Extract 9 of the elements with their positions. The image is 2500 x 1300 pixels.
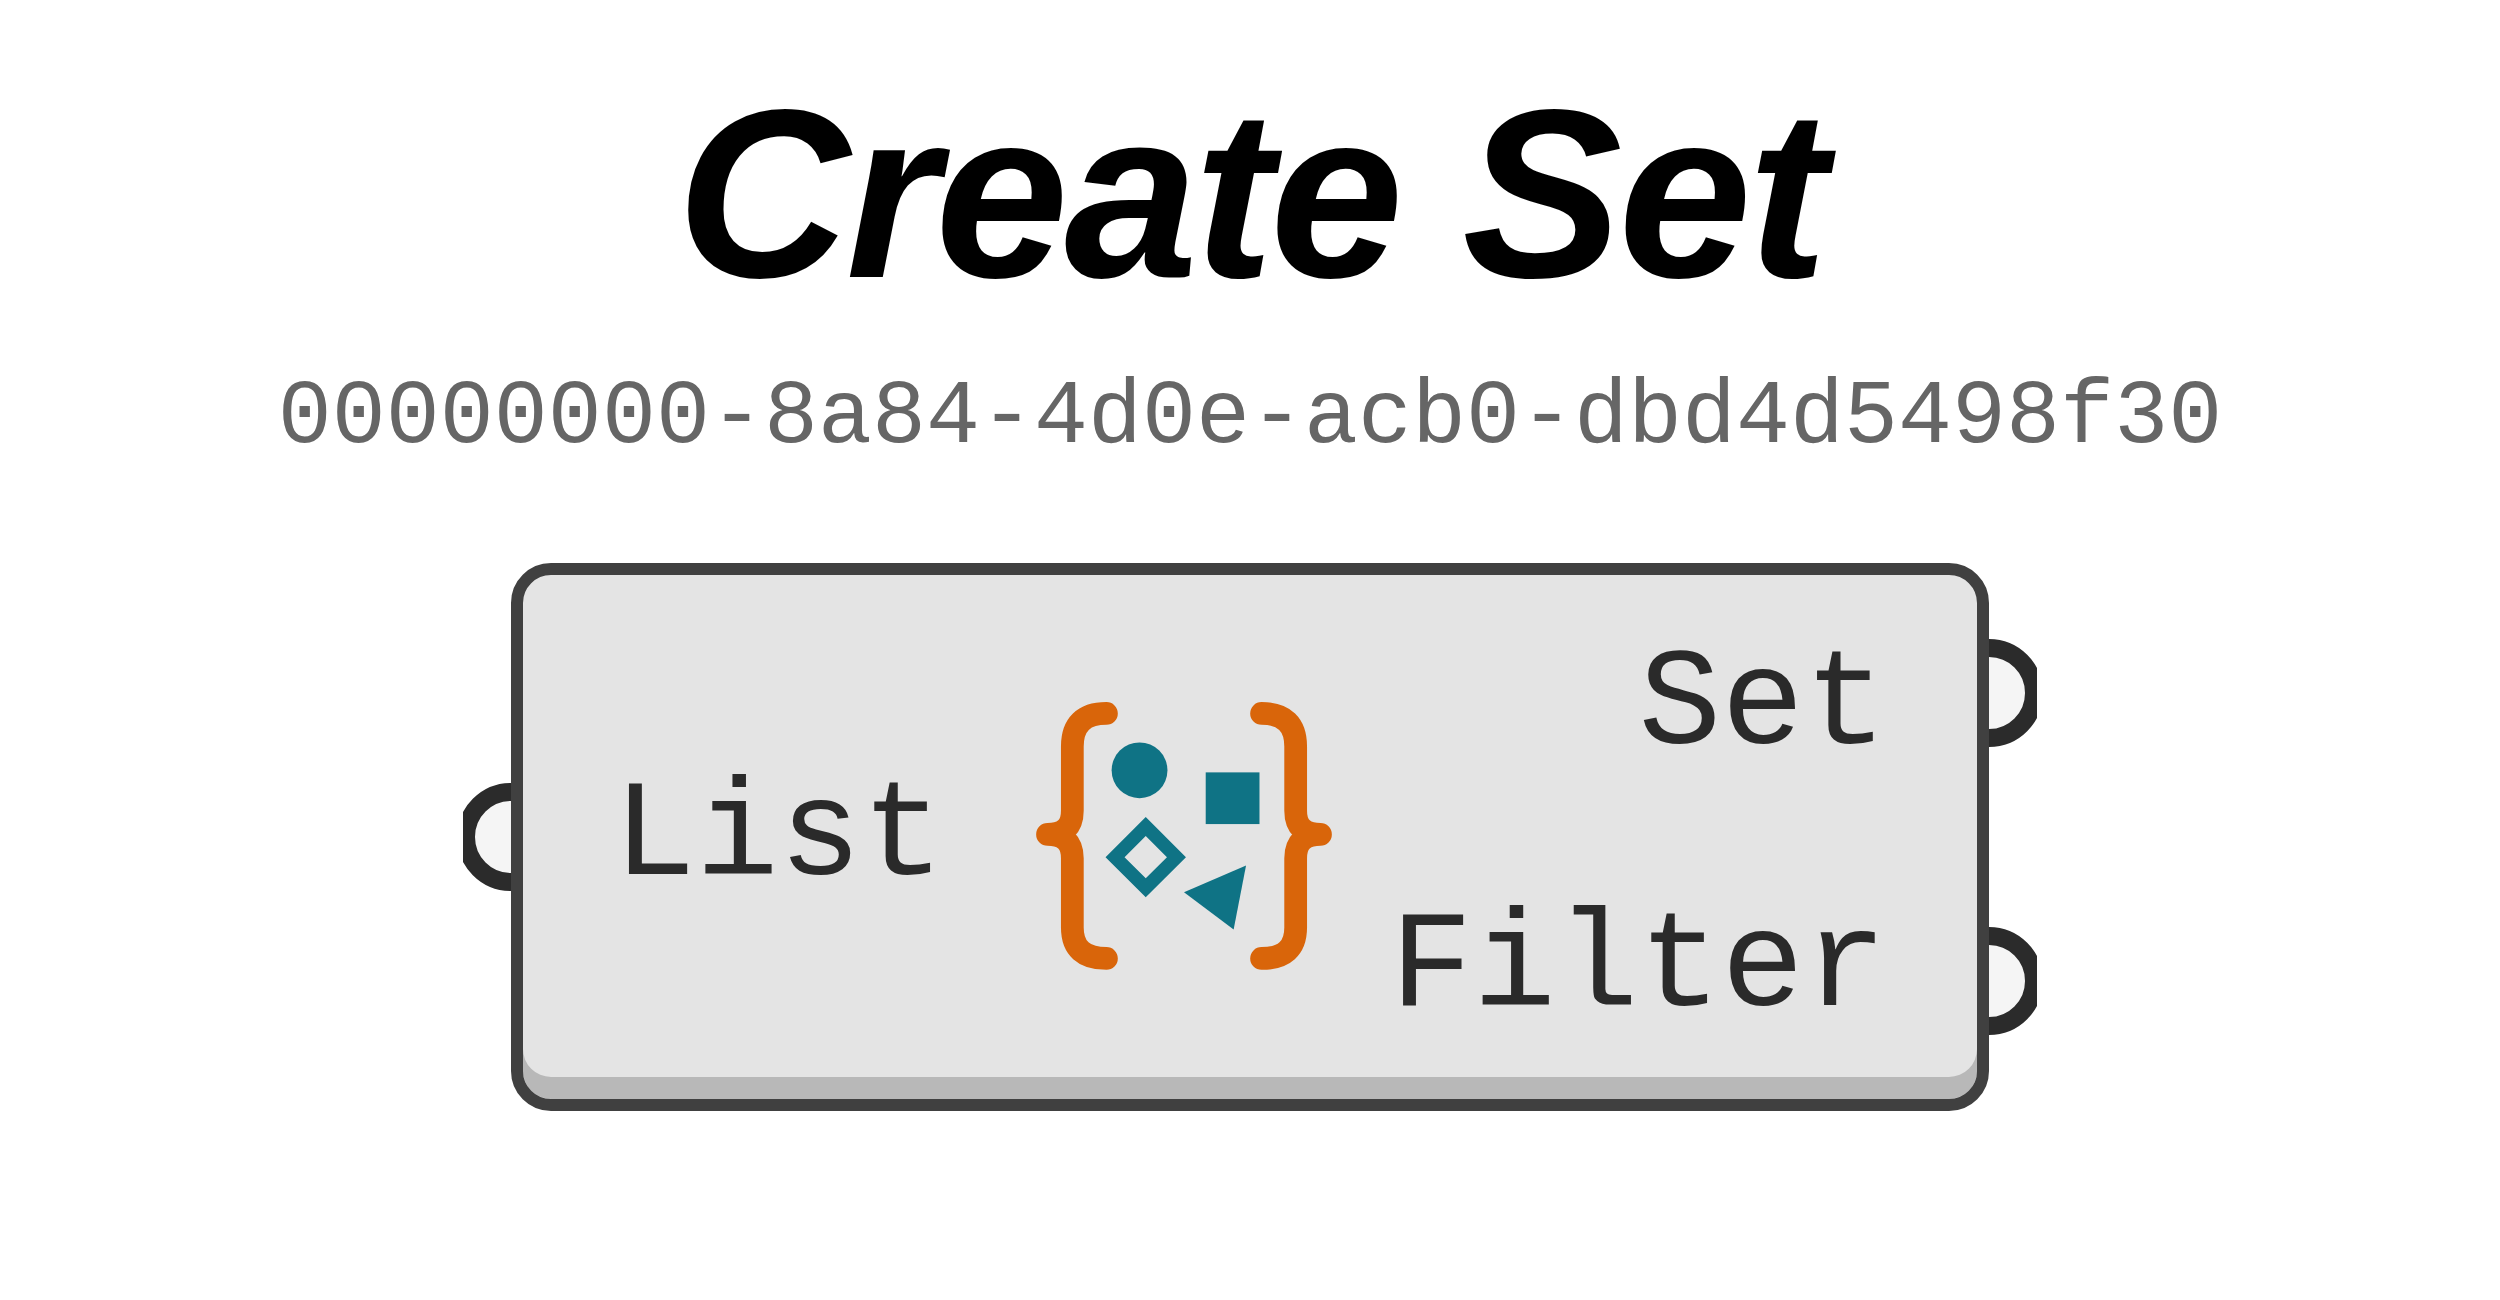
port-icon[interactable] <box>463 782 511 892</box>
output-label: Filter <box>1390 899 1887 1037</box>
output-label: Set <box>1638 637 1887 775</box>
title: Create Set <box>636 50 1864 338</box>
input-label: List <box>613 768 945 906</box>
component-body[interactable]: List Set Filter <box>511 563 1989 1111</box>
port-icon[interactable] <box>1989 926 2037 1036</box>
port-icon[interactable] <box>1989 638 2037 748</box>
guid-text: 00000000-8a84-4d0e-acb0-dbd4d5498f30 <box>277 373 2223 463</box>
